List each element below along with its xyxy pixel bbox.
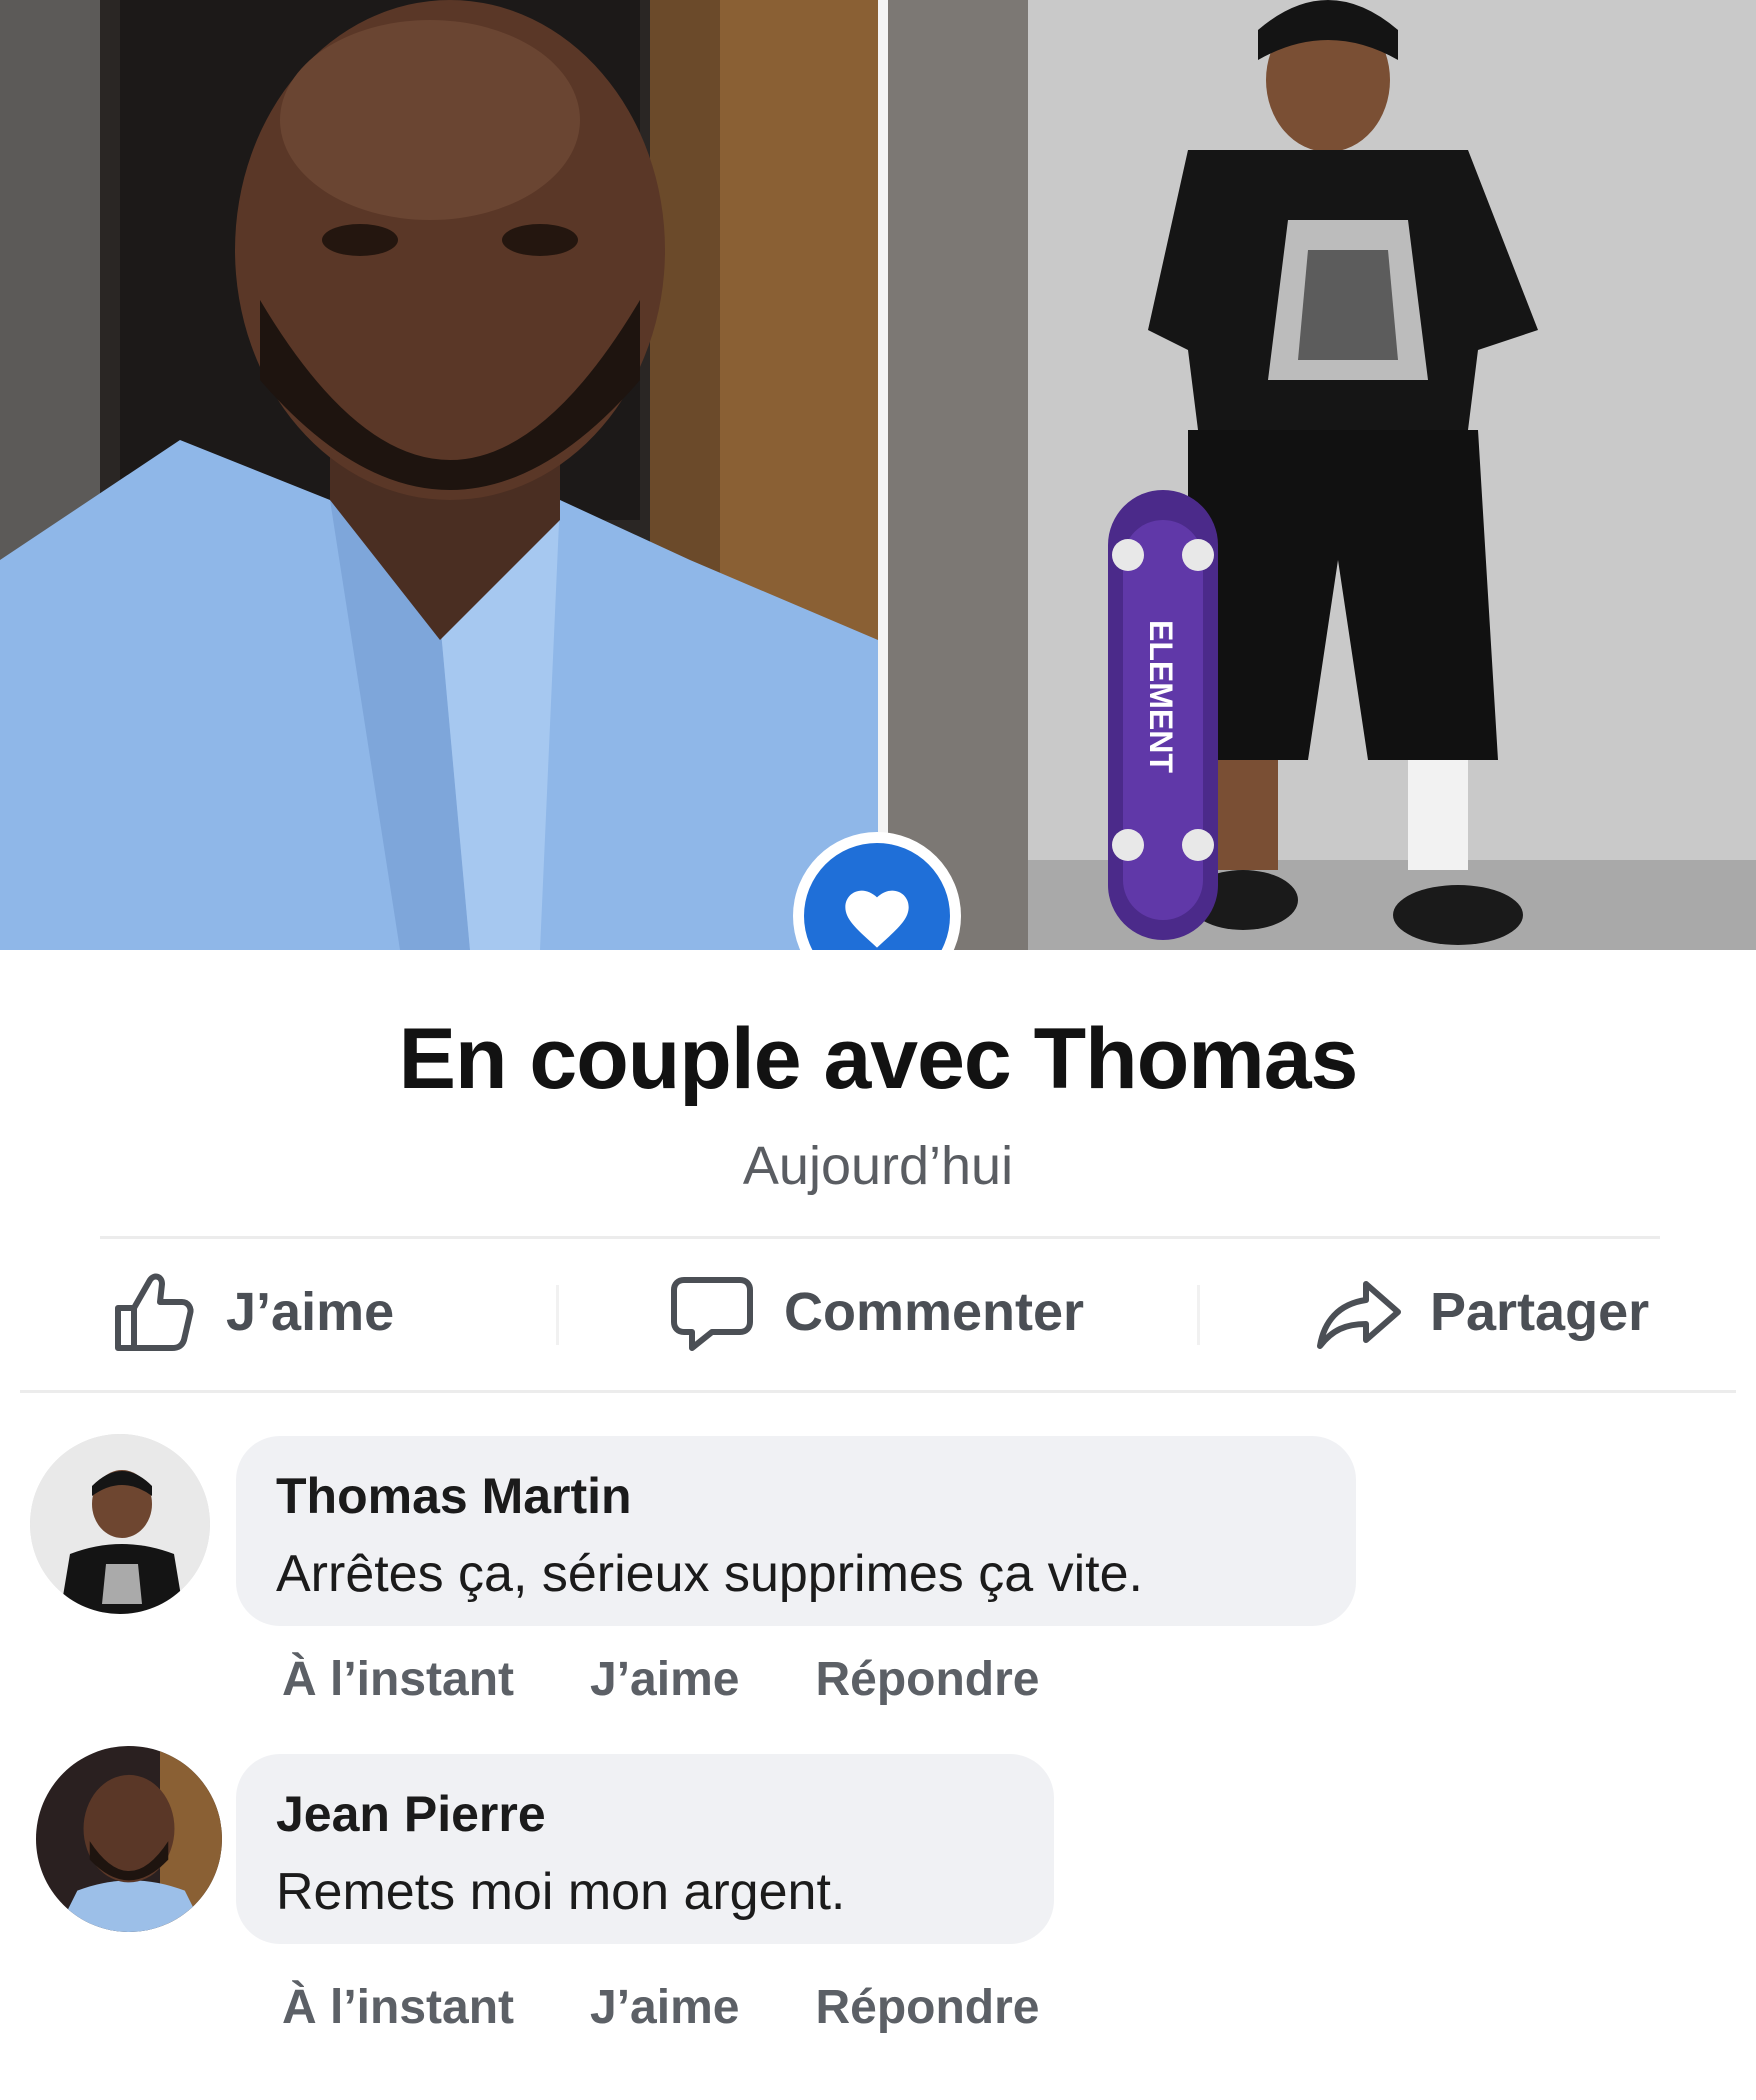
action-separator xyxy=(556,1285,559,1345)
share-label: Partager xyxy=(1430,1282,1650,1342)
comment-meta: À l’instant J’aime Répondre xyxy=(282,1980,1039,2035)
photo-divider xyxy=(878,0,888,950)
action-separator xyxy=(1197,1285,1200,1345)
relationship-photos: ELEMENT xyxy=(0,0,1756,950)
comment-like-button[interactable]: J’aime xyxy=(590,1980,739,2035)
comment-label: Commenter xyxy=(784,1282,1085,1342)
photo-right[interactable]: ELEMENT xyxy=(888,0,1756,950)
skateboard-brand-text: ELEMENT xyxy=(1143,620,1179,773)
comment-meta: À l’instant J’aime Répondre xyxy=(282,1652,1039,1707)
comment-timestamp: À l’instant xyxy=(282,1653,515,1706)
comment-text: Remets moi mon argent. xyxy=(276,1863,846,1921)
comment-author[interactable]: Thomas Martin xyxy=(276,1466,1316,1526)
comment-like-button[interactable]: J’aime xyxy=(590,1652,739,1707)
comment-reply-button[interactable]: Répondre xyxy=(815,1652,1039,1707)
thumbs-up-icon xyxy=(115,1273,194,1351)
divider-bottom xyxy=(20,1390,1736,1393)
avatar-image xyxy=(30,1434,210,1614)
post-date: Aujourd’hui xyxy=(742,1136,1014,1196)
photo-left[interactable] xyxy=(0,0,878,950)
share-arrow-icon xyxy=(1317,1281,1401,1349)
comment-timestamp: À l’instant xyxy=(282,1981,515,2034)
comment-author[interactable]: Jean Pierre xyxy=(276,1784,1014,1844)
comment-reply-button[interactable]: Répondre xyxy=(815,1980,1039,2035)
comment-button[interactable]: Commenter xyxy=(664,1262,1084,1362)
comment-text: Arrêtes ça, sérieux supprimes ça vite. xyxy=(276,1545,1143,1603)
like-button[interactable]: J’aime xyxy=(106,1262,394,1362)
divider-top xyxy=(100,1236,1660,1239)
comment-bubble: Thomas Martin Arrêtes ça, sérieux suppri… xyxy=(236,1436,1356,1626)
avatar-thomas-martin[interactable] xyxy=(30,1434,210,1614)
portrait-man-blue-shirt xyxy=(0,0,878,950)
portrait-young-man-skateboard: ELEMENT xyxy=(888,0,1756,950)
avatar-image xyxy=(36,1746,222,1932)
heart-icon xyxy=(845,890,909,948)
comment-icon xyxy=(671,1277,753,1351)
post-action-bar: J’aime Commenter Partager xyxy=(0,1262,1756,1362)
like-label: J’aime xyxy=(226,1282,395,1342)
avatar-jean-pierre[interactable] xyxy=(36,1746,222,1932)
relationship-status-title: En couple avec Thomas xyxy=(398,1011,1359,1107)
comment-bubble: Jean Pierre Remets moi mon argent. xyxy=(236,1754,1054,1944)
share-button[interactable]: Partager xyxy=(1310,1262,1649,1362)
